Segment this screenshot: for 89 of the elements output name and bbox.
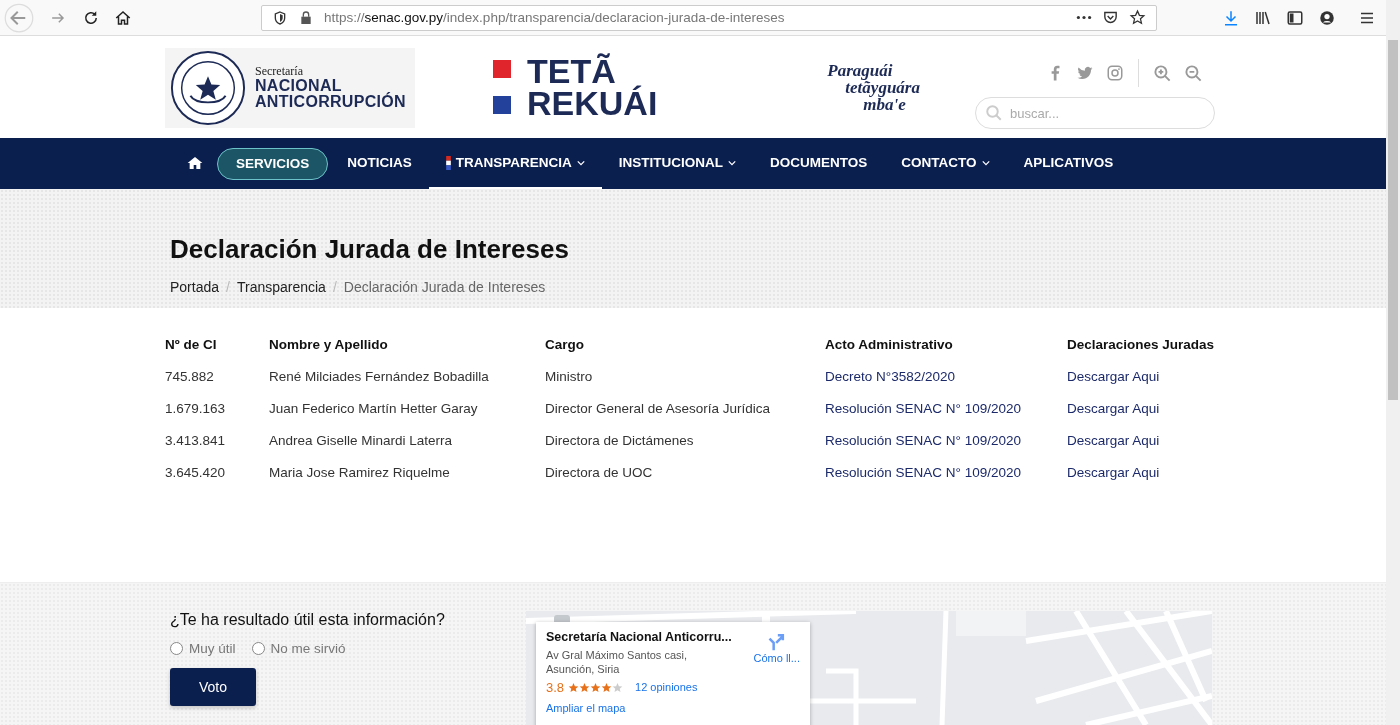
table-cell-text: Decreto N°3582/2020: [825, 369, 956, 384]
feedback-question: ¿Te ha resultado útil esta información?: [170, 611, 446, 629]
zoom-out-icon[interactable]: [1184, 63, 1203, 83]
scrollbar[interactable]: [1386, 0, 1400, 725]
search-field[interactable]: buscar...: [975, 97, 1215, 129]
breadcrumb-separator: /: [226, 279, 230, 295]
download-link[interactable]: Descargar Aqui: [1067, 465, 1227, 480]
star-icon: [590, 681, 602, 693]
org-label: Secretaría: [255, 64, 304, 78]
star-icon: [568, 681, 580, 693]
rating-value: 3.8: [546, 679, 565, 695]
table-cell-text: Directora de Dictámenes: [545, 433, 695, 448]
star-icon[interactable]: [1129, 9, 1146, 26]
ministry-logo[interactable]: Secretaría NACIONAL ANTICORRUPCIÓN: [165, 48, 415, 128]
more-icon[interactable]: [1076, 15, 1092, 20]
directions-link[interactable]: Cómo ll...: [753, 632, 800, 695]
twitter-icon[interactable]: [1076, 64, 1094, 82]
table-cell-text: 745.882: [165, 369, 215, 384]
nav-link[interactable]: NOTICIAS: [330, 138, 429, 189]
logo-square-icon: [493, 60, 511, 78]
org-name: NACIONAL: [255, 77, 342, 94]
download-link[interactable]: Descargar Aqui: [1067, 401, 1227, 416]
table-cell-text: 1.679.163: [165, 401, 227, 416]
star-icon: [612, 681, 624, 693]
table-cell-text: René Milciades Fernández Bobadilla: [269, 369, 490, 384]
column-header: Acto Administrativo: [825, 337, 954, 352]
breadcrumb-link[interactable]: Transparencia: [236, 279, 326, 295]
nav-link[interactable]: INSTITUCIONAL: [601, 138, 754, 189]
slogan-text: tetãyguára: [845, 78, 920, 96]
pocket-icon[interactable]: [1102, 9, 1119, 26]
logo-square-icon: [493, 96, 511, 114]
table-cell-text: Ministro: [545, 369, 594, 384]
home-icon[interactable]: [114, 8, 132, 27]
table-cell-text: 3.645.420: [165, 465, 227, 480]
nav-link[interactable]: CONTACTO: [884, 138, 1007, 189]
slogan-text: Paraguái: [827, 61, 893, 79]
org-name: ANTICORRUPCIÓN: [255, 94, 406, 112]
table-cell-text: 3.413.841: [165, 433, 227, 448]
lock-icon: [298, 9, 314, 26]
enlarge-map-link[interactable]: Ampliar el mapa: [546, 701, 626, 714]
seal-icon: [169, 49, 247, 127]
radio-option[interactable]: No me sirvió: [251, 641, 346, 656]
column-header: Cargo: [545, 337, 585, 352]
home-icon: [187, 154, 203, 171]
back-icon[interactable]: [4, 2, 34, 33]
column-header: Nombre y Apellido: [269, 337, 389, 352]
flag-icon: [445, 155, 451, 170]
shield-icon[interactable]: [272, 9, 288, 26]
zoom-in-icon[interactable]: [1153, 63, 1172, 83]
address-bar[interactable]: https://senac.gov.py/index.php/transparencia/declaracion-jurada-de-intereses: [261, 4, 1157, 31]
breadcrumb-current: Declaración Jurada de Intereses: [343, 279, 546, 295]
place-address: Asunción, Siria: [546, 662, 621, 677]
directions-icon: [766, 632, 787, 652]
table-cell-text: Andrea Giselle Minardi Laterra: [269, 433, 454, 448]
star-icon: [601, 681, 613, 693]
breadcrumb-link[interactable]: Portada: [170, 279, 220, 295]
column-header: Nº de CI: [165, 337, 218, 352]
url-text[interactable]: https://senac.gov.py/index.php/transparencia/declaracion-jurada-de-intereses: [324, 10, 785, 25]
table-cell-text: Resolución SENAC N° 109/2020: [825, 433, 1022, 448]
nav-pill-link[interactable]: SERVICIOS: [217, 147, 329, 180]
sidebar-icon[interactable]: [1286, 8, 1304, 27]
download-icon[interactable]: [1222, 8, 1240, 27]
table-cell-text: Directora de UOC: [545, 465, 654, 480]
table-cell-text: Maria Jose Ramirez Riquelme: [269, 465, 451, 480]
campaign-title: REKUÁI: [527, 87, 658, 120]
radio-button[interactable]: [251, 642, 265, 655]
instagram-icon[interactable]: [1106, 64, 1124, 82]
page-title: Declaración Jurada de Intereses: [170, 234, 570, 265]
breadcrumb-separator: /: [332, 279, 337, 295]
nav-link[interactable]: DOCUMENTOS: [753, 138, 885, 189]
star-icon: [579, 681, 591, 693]
place-name: Secretaría Nacional Anticorru...: [546, 630, 732, 644]
download-link[interactable]: Descargar Aqui: [1067, 433, 1227, 448]
place-address: Av Gral Máximo Santos casi,: [546, 648, 688, 663]
account-icon[interactable]: [1318, 8, 1336, 27]
column-header: Declaraciones Juradas: [1067, 337, 1216, 352]
table-cell-text: Director General de Asesoría Jurídica: [545, 401, 772, 416]
radio-option[interactable]: Muy útil: [170, 641, 236, 656]
search-icon: [985, 104, 1003, 122]
slogan-text: mba'e: [863, 95, 906, 113]
campaign-title: TETÃ: [527, 54, 616, 87]
nav-link[interactable]: APLICATIVOS: [1006, 138, 1131, 189]
download-link[interactable]: Descargar Aqui: [1067, 369, 1227, 384]
table-cell-text: Juan Federico Martín Hetter Garay: [269, 401, 479, 416]
reviews-link[interactable]: 12 opiniones: [635, 681, 698, 694]
radio-button[interactable]: [170, 642, 183, 655]
table-cell-text: Resolución SENAC N° 109/2020: [825, 401, 1022, 416]
table-cell-text: Resolución SENAC N° 109/2020: [825, 465, 1022, 480]
vote-button[interactable]: Voto: [170, 668, 256, 706]
